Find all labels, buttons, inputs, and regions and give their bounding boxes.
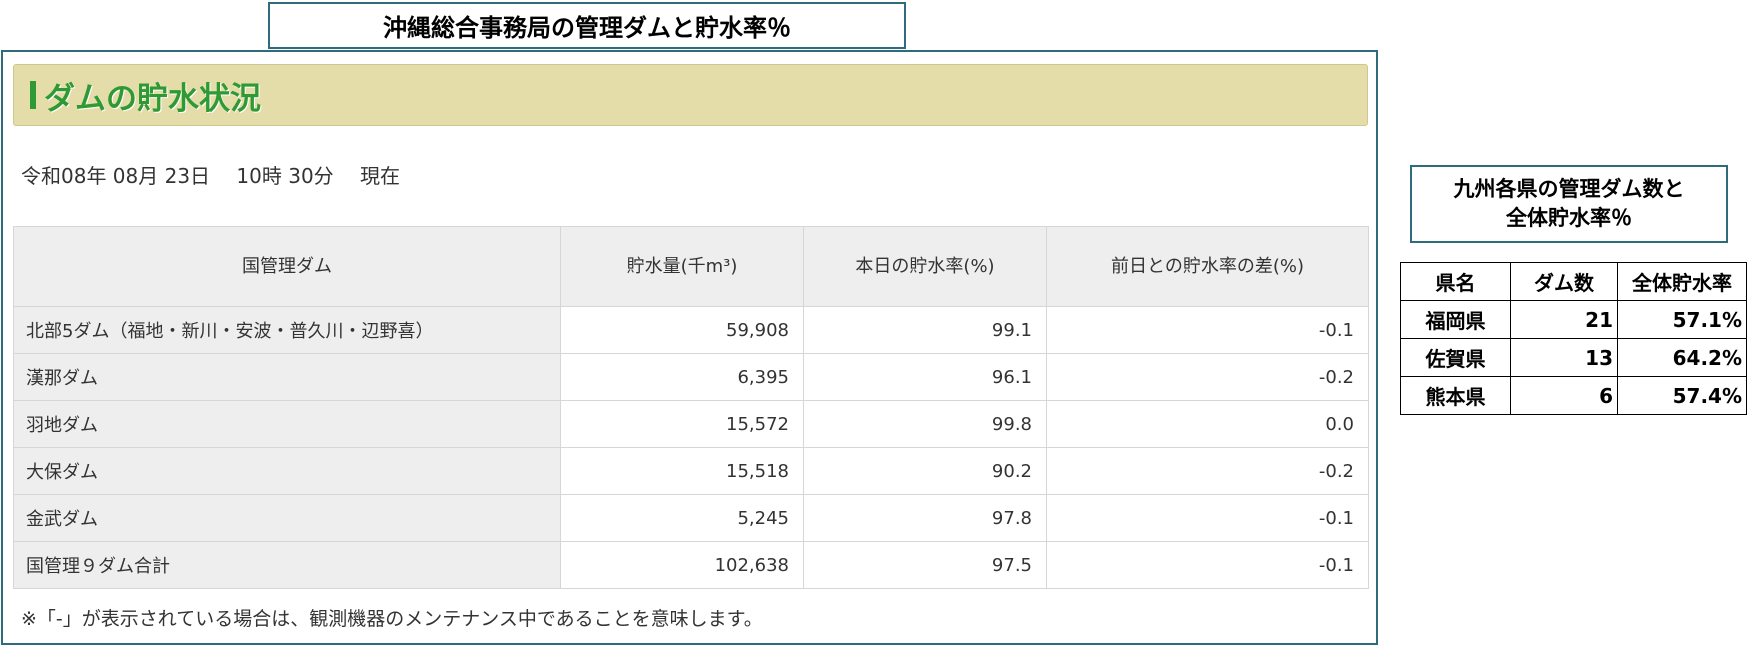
dam-count-cell: 6 (1510, 376, 1618, 415)
diff-cell: -0.2 (1046, 447, 1369, 495)
footnote: ※「-」が表示されている場合は、観測機器のメンテナンス中であることを意味します。 (21, 608, 763, 630)
column-header-overall-rate: 全体貯水率 (1617, 262, 1747, 301)
dam-status-panel: ダムの貯水状況 令和08年 08月 23日 10時 30分 現在 国管理ダム 貯… (1, 50, 1378, 645)
table-header-row: 国管理ダム 貯水量(千m³) 本日の貯水率(%) 前日との貯水率の差(%) (13, 226, 1369, 307)
diff-cell: -0.1 (1046, 306, 1369, 354)
dam-name-cell: 北部5ダム（福地・新川・安波・普久川・辺野喜） (13, 306, 561, 354)
rate-cell: 90.2 (803, 447, 1047, 495)
dam-name-cell: 羽地ダム (13, 400, 561, 448)
column-header-dam: 国管理ダム (13, 226, 561, 307)
prefecture-table: 県名 ダム数 全体貯水率 福岡県 21 57.1% 佐賀県 13 64.2% 熊… (1400, 262, 1747, 415)
rate-cell: 97.5 (803, 541, 1047, 589)
storage-cell: 102,638 (560, 541, 804, 589)
side-title-line2: 全体貯水率％ (1506, 206, 1632, 230)
column-header-rate: 本日の貯水率(%) (803, 226, 1047, 307)
storage-cell: 59,908 (560, 306, 804, 354)
dam-name-cell: 漢那ダム (13, 353, 561, 401)
rate-cell: 96.1 (803, 353, 1047, 401)
column-header-storage: 貯水量(千m³) (560, 226, 804, 307)
rate-cell: 97.8 (803, 494, 1047, 542)
timestamp: 令和08年 08月 23日 10時 30分 現在 (21, 164, 401, 188)
diff-cell: -0.2 (1046, 353, 1369, 401)
section-heading-text: ダムの貯水状況 (44, 80, 261, 117)
storage-cell: 5,245 (560, 494, 804, 542)
table-row: 羽地ダム 15,572 99.8 0.0 (13, 400, 1369, 448)
storage-cell: 15,572 (560, 400, 804, 448)
side-title: 九州各県の管理ダム数と 全体貯水率％ (1410, 165, 1728, 243)
dam-count-cell: 21 (1510, 300, 1618, 339)
table-row-total: 国管理９ダム合計 102,638 97.5 -0.1 (13, 541, 1369, 589)
diff-cell: 0.0 (1046, 400, 1369, 448)
dam-name-cell: 国管理９ダム合計 (13, 541, 561, 589)
table-row: 佐賀県 13 64.2% (1400, 338, 1747, 377)
storage-cell: 15,518 (560, 447, 804, 495)
column-header-prefecture: 県名 (1400, 262, 1511, 301)
column-header-diff: 前日との貯水率の差(%) (1046, 226, 1369, 307)
overall-rate-cell: 64.2% (1617, 338, 1747, 377)
diff-cell: -0.1 (1046, 494, 1369, 542)
section-heading: ダムの貯水状況 (13, 64, 1368, 126)
diff-cell: -0.1 (1046, 541, 1369, 589)
prefecture-cell: 佐賀県 (1400, 338, 1511, 377)
prefecture-cell: 熊本県 (1400, 376, 1511, 415)
table-row: 北部5ダム（福地・新川・安波・普久川・辺野喜） 59,908 99.1 -0.1 (13, 306, 1369, 354)
prefecture-header-row: 県名 ダム数 全体貯水率 (1400, 262, 1747, 301)
rate-cell: 99.1 (803, 306, 1047, 354)
overall-rate-cell: 57.4% (1617, 376, 1747, 415)
table-row: 福岡県 21 57.1% (1400, 300, 1747, 339)
table-row: 大保ダム 15,518 90.2 -0.2 (13, 447, 1369, 495)
dam-table: 国管理ダム 貯水量(千m³) 本日の貯水率(%) 前日との貯水率の差(%) 北部… (13, 226, 1369, 589)
rate-cell: 99.8 (803, 400, 1047, 448)
page-title: 沖縄総合事務局の管理ダムと貯水率％ (268, 2, 906, 49)
table-row: 金武ダム 5,245 97.8 -0.1 (13, 494, 1369, 542)
table-row: 漢那ダム 6,395 96.1 -0.2 (13, 353, 1369, 401)
table-row: 熊本県 6 57.4% (1400, 376, 1747, 415)
column-header-dam-count: ダム数 (1510, 262, 1618, 301)
heading-accent-bar (30, 81, 36, 109)
storage-cell: 6,395 (560, 353, 804, 401)
overall-rate-cell: 57.1% (1617, 300, 1747, 339)
dam-name-cell: 大保ダム (13, 447, 561, 495)
dam-count-cell: 13 (1510, 338, 1618, 377)
prefecture-cell: 福岡県 (1400, 300, 1511, 339)
dam-name-cell: 金武ダム (13, 494, 561, 542)
side-title-line1: 九州各県の管理ダム数と (1453, 177, 1685, 201)
